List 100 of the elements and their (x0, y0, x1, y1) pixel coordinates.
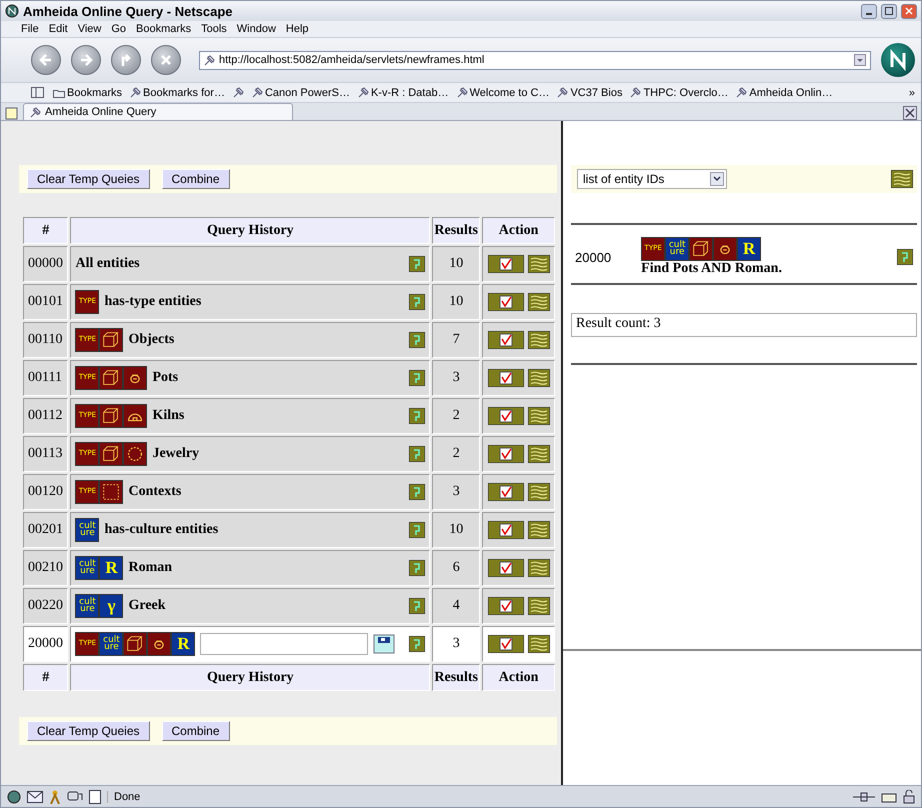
action-button[interactable]: Clear Temp Queies (27, 721, 150, 741)
list-icon[interactable] (528, 597, 550, 615)
list-icon[interactable] (528, 331, 550, 349)
check-icon[interactable] (488, 635, 524, 653)
menu-item[interactable]: View (78, 23, 102, 35)
output-select[interactable]: list of entity IDs (577, 169, 727, 189)
list-icon[interactable] (528, 559, 550, 577)
check-icon[interactable] (488, 369, 524, 387)
list-icon[interactable] (528, 483, 550, 501)
person-icon[interactable] (49, 790, 61, 804)
kiln-icon (123, 404, 148, 428)
list-icon[interactable] (528, 255, 550, 273)
close-button[interactable] (901, 4, 917, 18)
menu-item[interactable]: Bookmarks (136, 23, 192, 35)
notepad-icon[interactable] (89, 790, 101, 804)
hook-icon[interactable] (409, 636, 426, 652)
greek-tag: γ (99, 594, 124, 618)
menu-item[interactable]: File (21, 23, 39, 35)
query-name-field[interactable] (200, 633, 368, 655)
menu-item[interactable]: Tools (201, 23, 227, 35)
close-tab-icon[interactable] (903, 106, 917, 120)
check-icon[interactable] (488, 559, 524, 577)
hook-icon[interactable] (409, 484, 426, 500)
hook-icon[interactable] (409, 408, 426, 424)
bookmark-icon[interactable] (232, 87, 244, 98)
bookmark-icon (358, 87, 369, 98)
list-icon[interactable] (528, 635, 550, 653)
lock-icon (903, 790, 915, 804)
hook-icon[interactable] (409, 446, 426, 462)
menu-item[interactable]: Window (236, 23, 276, 35)
select-value: list of entity IDs (583, 172, 664, 186)
table-cell: 3 (432, 626, 480, 662)
hook-icon[interactable] (409, 560, 426, 576)
list-icon[interactable] (528, 407, 550, 425)
save-icon[interactable] (373, 634, 396, 654)
address-field[interactable]: http://localhost:5082/amheida/servlets/newframes.html (199, 50, 871, 70)
list-icon[interactable] (528, 369, 550, 387)
query-title: Roman (128, 560, 174, 576)
cube-icon (99, 404, 124, 428)
hook-icon[interactable] (897, 249, 913, 265)
check-icon[interactable] (488, 255, 524, 273)
list-icon[interactable] (891, 170, 913, 188)
query-title: Contexts (128, 484, 182, 500)
check-icon[interactable] (488, 331, 524, 349)
browser-tab[interactable]: Amheida Online Query (23, 103, 293, 120)
culture-tag: cult ure (75, 556, 100, 580)
page-icon (204, 54, 215, 66)
check-icon[interactable] (488, 483, 524, 501)
table-cell: 00110 (23, 322, 68, 358)
check-icon[interactable] (488, 521, 524, 539)
maximize-button[interactable] (881, 4, 897, 18)
hook-icon[interactable] (409, 370, 426, 386)
action-button[interactable]: Combine (162, 169, 230, 189)
check-icon[interactable] (488, 597, 524, 615)
menu-item[interactable]: Go (111, 23, 126, 35)
hook-icon[interactable] (409, 522, 426, 538)
menu-item[interactable]: Help (286, 23, 309, 35)
hook-icon[interactable] (409, 294, 426, 310)
hook-icon[interactable] (409, 598, 426, 614)
sidebar-icon[interactable] (31, 86, 45, 98)
query-title: Pots (152, 370, 180, 386)
reload-icon (119, 53, 133, 67)
table-cell: 2 (432, 398, 480, 434)
list-icon[interactable] (528, 293, 550, 311)
mail-icon[interactable] (27, 790, 43, 802)
reload-button[interactable] (111, 45, 141, 75)
hook-icon[interactable] (409, 256, 426, 272)
dropdown-icon[interactable] (854, 54, 866, 66)
query-title: has-type entities (104, 294, 202, 310)
new-tab-icon[interactable] (5, 106, 19, 120)
action-button[interactable]: Combine (162, 721, 230, 741)
roman-tag: R (737, 237, 762, 261)
minimize-button[interactable] (861, 4, 877, 18)
list-icon[interactable] (528, 445, 550, 463)
check-icon[interactable] (488, 293, 524, 311)
back-button[interactable] (31, 45, 61, 75)
forward-button[interactable] (71, 45, 101, 75)
check-icon[interactable] (488, 445, 524, 463)
menu-item[interactable]: Edit (48, 23, 68, 35)
bookmark-icon (557, 87, 568, 98)
stop-button[interactable] (151, 45, 181, 75)
bookmark-link[interactable]: VC37 Bios (557, 86, 622, 98)
bookmark-label: Bookmarks (67, 86, 122, 98)
netscape-icon[interactable] (7, 790, 21, 804)
bookmark-label: VC37 Bios (570, 86, 622, 98)
netscape-logo (881, 43, 915, 77)
bookmark-folder[interactable]: Bookmarks (53, 86, 122, 98)
hook-icon[interactable] (409, 332, 426, 348)
more-bookmarks-button[interactable]: » (908, 86, 915, 98)
culture-tag: cult ure (75, 594, 100, 618)
right-arrow-icon (79, 53, 93, 67)
window-title: Amheida Online Query - Netscape (23, 4, 234, 18)
folder-icon (53, 88, 65, 98)
check-icon[interactable] (488, 407, 524, 425)
column-header: Action (482, 217, 555, 244)
bookmark-icon (736, 87, 748, 98)
table-cell: 00201 (23, 512, 68, 548)
list-icon[interactable] (528, 521, 550, 539)
action-button[interactable]: Clear Temp Queies (27, 169, 150, 189)
table-cell: 00120 (23, 474, 68, 510)
